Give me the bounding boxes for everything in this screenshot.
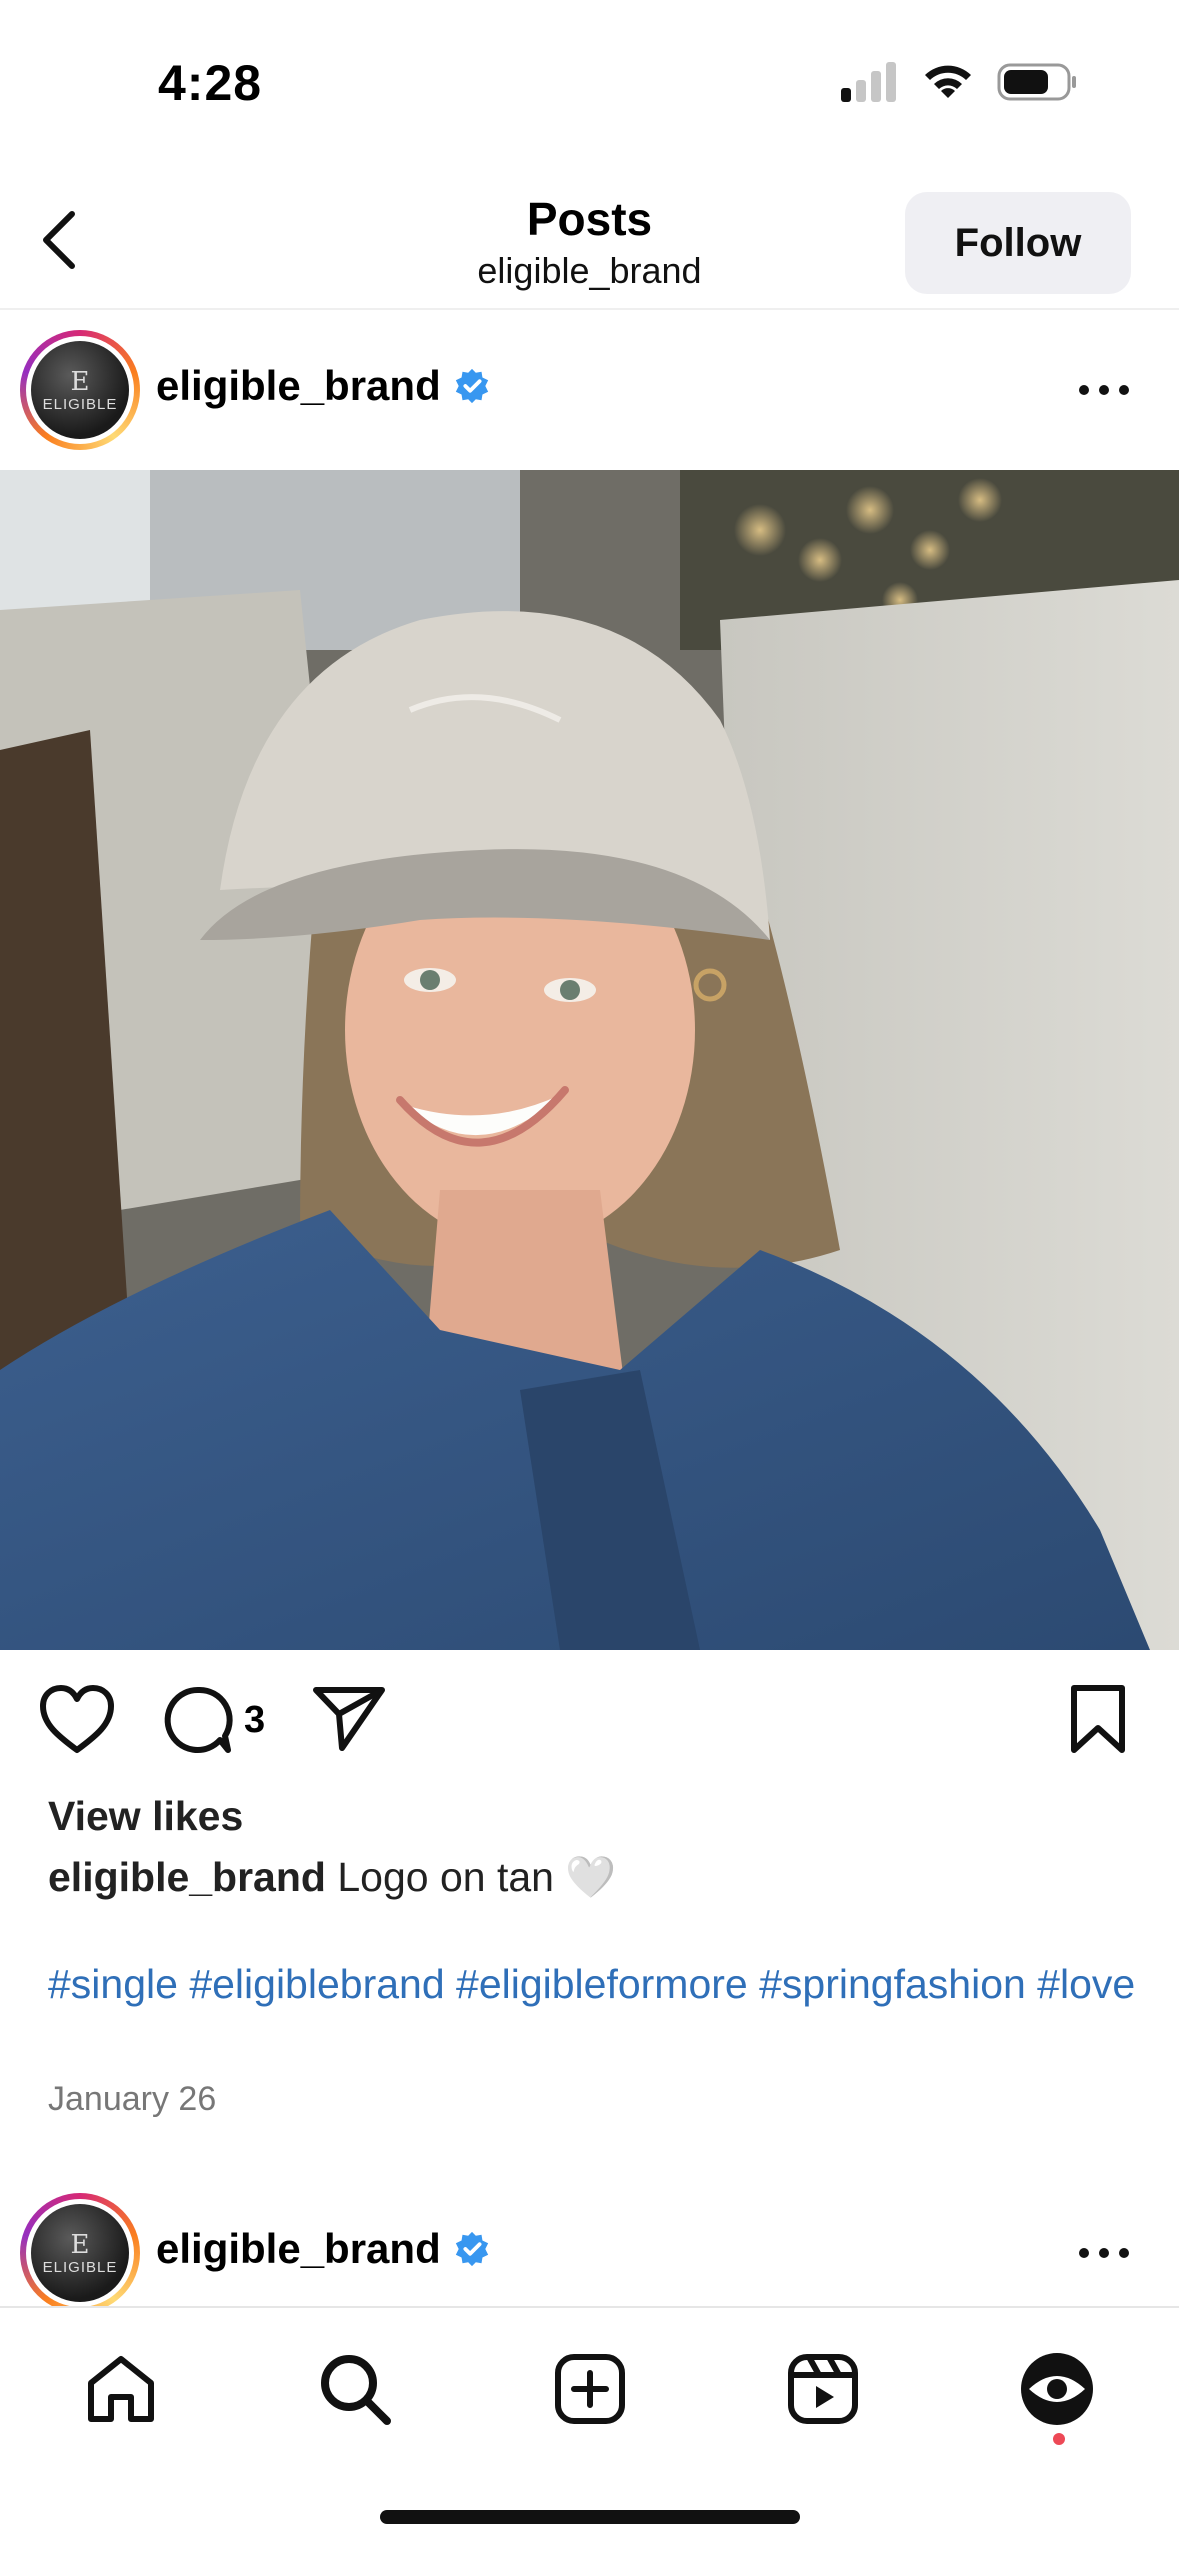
search-icon <box>321 2355 391 2425</box>
like-button[interactable] <box>38 1684 116 1756</box>
home-icon <box>88 2356 154 2422</box>
post-caption: eligible_brand Logo on tan 🤍 <box>48 1854 616 1902</box>
view-likes-link[interactable]: View likes <box>48 1793 243 1840</box>
status-time: 4:28 <box>158 55 263 111</box>
next-avatar[interactable]: E ELIGIBLE <box>20 2193 140 2313</box>
heart-icon <box>40 1685 114 1753</box>
comment-icon <box>164 1686 233 1753</box>
reels-icon <box>788 2354 858 2424</box>
ellipsis-icon <box>1079 2248 1129 2258</box>
next-more-options-button[interactable] <box>1069 2223 1139 2283</box>
comment-button[interactable]: 3 <box>162 1684 265 1756</box>
tab-create[interactable] <box>545 2344 635 2434</box>
brand-logo-avatar: E ELIGIBLE <box>31 341 129 439</box>
post-actions: 3 <box>0 1670 1179 1775</box>
follow-button[interactable]: Follow <box>905 192 1131 294</box>
cellular-signal-icon <box>841 62 896 102</box>
tab-profile[interactable] <box>1012 2344 1102 2434</box>
ellipsis-icon <box>1079 385 1129 395</box>
profile-avatar-icon <box>1021 2353 1093 2425</box>
next-post-username: eligible_brand <box>156 2225 441 2272</box>
avatar[interactable]: E ELIGIBLE <box>20 330 140 450</box>
create-icon <box>555 2354 625 2424</box>
status-icons <box>841 62 1079 102</box>
posts-header: Posts eligible_brand Follow <box>0 170 1179 310</box>
comment-count: 3 <box>244 1698 266 1741</box>
brand-logo-avatar: E ELIGIBLE <box>31 2204 129 2302</box>
post-header: E ELIGIBLE eligible_brand <box>0 310 1179 470</box>
verified-badge-icon <box>455 2231 488 2267</box>
post-username: eligible_brand <box>156 362 441 409</box>
post-photo[interactable] <box>0 470 1179 1650</box>
tab-home[interactable] <box>76 2344 166 2434</box>
bookmark-icon <box>1071 1685 1125 1753</box>
photo-illustration <box>0 470 1179 1650</box>
post-username-link[interactable]: eligible_brand <box>156 362 491 410</box>
tab-reels[interactable] <box>778 2344 868 2434</box>
post-date: January 26 <box>48 2080 217 2118</box>
paper-plane-icon <box>313 1687 385 1751</box>
post-hashtags[interactable]: #single #eligiblebrand #eligibleformore … <box>48 1960 1148 2008</box>
battery-icon <box>997 63 1076 101</box>
caption-text: Logo on tan 🤍 <box>325 1854 617 1900</box>
next-post-username-link[interactable]: eligible_brand <box>156 2225 491 2273</box>
share-button[interactable] <box>312 1684 386 1754</box>
wifi-icon <box>925 65 971 98</box>
more-options-button[interactable] <box>1069 360 1139 420</box>
caption-username[interactable]: eligible_brand <box>48 1854 326 1900</box>
logo-word: ELIGIBLE <box>42 2258 118 2276</box>
logo-letter: E <box>70 366 90 397</box>
logo-word: ELIGIBLE <box>42 395 118 413</box>
home-indicator[interactable] <box>380 2510 800 2524</box>
notification-dot <box>1053 2433 1065 2445</box>
tab-search[interactable] <box>310 2344 400 2434</box>
status-bar: 4:28 <box>0 0 1179 170</box>
save-button[interactable] <box>1068 1684 1128 1756</box>
logo-letter: E <box>70 2229 90 2260</box>
verified-badge-icon <box>455 368 488 404</box>
